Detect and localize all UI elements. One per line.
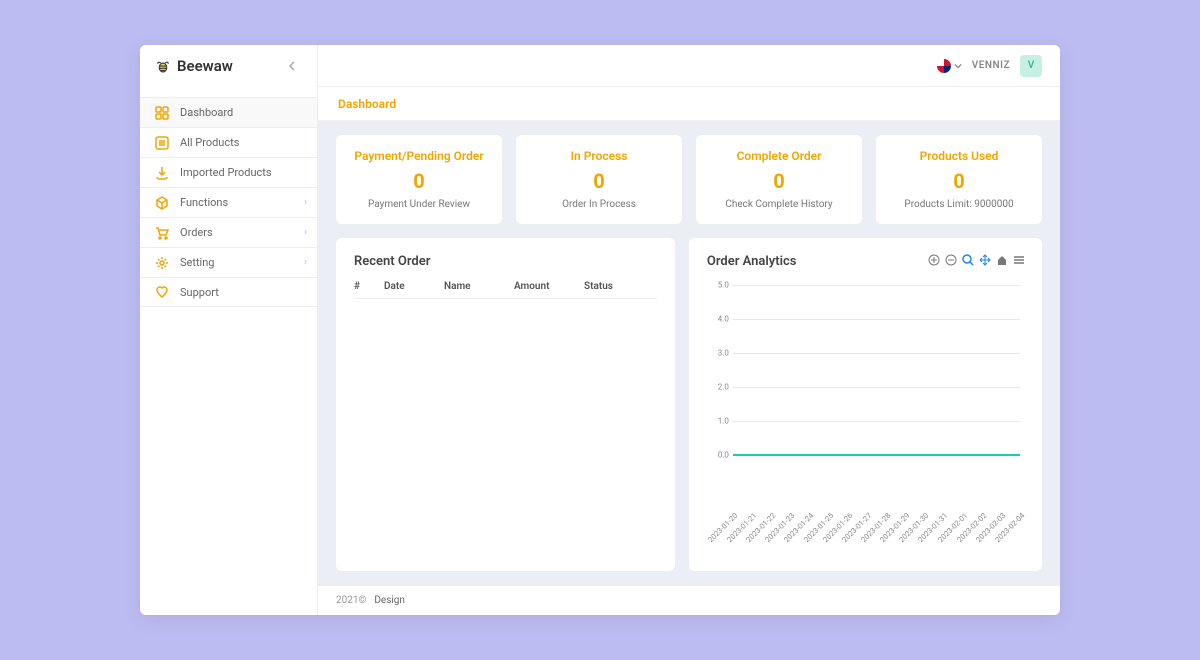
sidebar-item-orders[interactable]: Orders › xyxy=(140,217,317,247)
y-tick-label: 1.0 xyxy=(707,417,729,426)
chart-toolbar xyxy=(926,252,1026,267)
stat-value: 0 xyxy=(706,169,852,193)
sidebar-collapse-button[interactable] xyxy=(283,56,303,76)
sidebar-item-label: Support xyxy=(180,286,219,299)
stat-card-0[interactable]: Payment/Pending Order 0 Payment Under Revi… xyxy=(336,135,502,224)
cart-icon xyxy=(154,225,170,241)
sidebar-item-label: Dashboard xyxy=(180,106,233,119)
chevron-right-icon: › xyxy=(304,227,307,238)
sidebar-item-label: All Products xyxy=(180,136,239,149)
username-label: VENNIZ xyxy=(972,60,1010,71)
sidebar: Beewaw Dashboard All Products Imported Pro… xyxy=(140,45,318,615)
sidebar-item-label: Orders xyxy=(180,226,213,239)
grid-line xyxy=(733,421,1020,422)
y-tick-label: 0.0 xyxy=(707,451,729,460)
stat-value: 0 xyxy=(886,169,1032,193)
col-name: Name xyxy=(444,281,514,292)
footer-year: 2021© xyxy=(336,595,366,606)
sidebar-item-all-products[interactable]: All Products xyxy=(140,127,317,157)
stat-sub: Check Complete History xyxy=(706,199,852,210)
uk-flag-icon xyxy=(937,59,951,73)
chevron-right-icon: › xyxy=(304,197,307,208)
content: Payment/Pending Order 0 Payment Under Revi… xyxy=(318,121,1060,585)
footer-link[interactable]: Design xyxy=(374,595,405,606)
y-tick-label: 2.0 xyxy=(707,383,729,392)
order-analytics-panel: Order Analytics 0.01.02.03.04.05.02023-0… xyxy=(689,238,1042,571)
breadcrumb: Dashboard xyxy=(318,87,1060,121)
stat-value: 0 xyxy=(526,169,672,193)
topbar: VENNIZ V xyxy=(318,45,1060,87)
stat-sub: Order In Process xyxy=(526,199,672,210)
y-tick-label: 3.0 xyxy=(707,349,729,358)
avatar[interactable]: V xyxy=(1020,55,1042,77)
stat-sub: Payment Under Review xyxy=(346,199,492,210)
bee-icon xyxy=(154,57,172,75)
stat-card-2[interactable]: Complete Order 0 Check Complete History xyxy=(696,135,862,224)
sidebar-item-dashboard[interactable]: Dashboard xyxy=(140,97,317,127)
heart-icon xyxy=(154,284,170,300)
stat-title: In Process xyxy=(526,149,672,163)
cube-icon xyxy=(154,195,170,211)
stat-card-3[interactable]: Products Used 0 Products Limit: 9000000 xyxy=(876,135,1042,224)
avatar-initial: V xyxy=(1028,60,1035,71)
col-index: # xyxy=(354,281,384,292)
chart-series-line xyxy=(733,454,1020,456)
stat-title: Products Used xyxy=(886,149,1032,163)
sidebar-item-support[interactable]: Support xyxy=(140,277,317,307)
footer: 2021© Design xyxy=(318,585,1060,615)
brand-name: Beewaw xyxy=(177,57,233,75)
stat-value: 0 xyxy=(346,169,492,193)
stats-row: Payment/Pending Order 0 Payment Under Revi… xyxy=(336,135,1042,224)
recent-order-panel: Recent Order # Date Name Amount Status xyxy=(336,238,675,571)
list-icon xyxy=(154,135,170,151)
chevron-right-icon: › xyxy=(304,257,307,268)
language-switcher[interactable] xyxy=(937,59,962,73)
col-status: Status xyxy=(584,281,657,292)
stat-sub: Products Limit: 9000000 xyxy=(886,199,1032,210)
menu-icon[interactable] xyxy=(1011,252,1026,267)
grid-line xyxy=(733,319,1020,320)
col-amount: Amount xyxy=(514,281,584,292)
grid-line xyxy=(733,387,1020,388)
sidebar-item-label: Imported Products xyxy=(180,166,272,179)
col-date: Date xyxy=(384,281,444,292)
grid-line xyxy=(733,353,1020,354)
zoom-in-icon[interactable] xyxy=(926,252,941,267)
gear-icon xyxy=(154,255,170,271)
panels-row: Recent Order # Date Name Amount Status O… xyxy=(336,238,1042,571)
chevron-down-icon xyxy=(954,62,962,70)
pan-icon[interactable] xyxy=(977,252,992,267)
recent-order-table-head: # Date Name Amount Status xyxy=(354,281,657,299)
main-area: VENNIZ V Dashboard Payment/Pending Order… xyxy=(318,45,1060,615)
sidebar-header: Beewaw xyxy=(140,45,317,87)
sidebar-item-label: Functions xyxy=(180,196,228,209)
home-icon[interactable] xyxy=(994,252,1009,267)
grid-line xyxy=(733,285,1020,286)
brand[interactable]: Beewaw xyxy=(154,57,233,75)
stat-title: Payment/Pending Order xyxy=(346,149,492,163)
sidebar-item-functions[interactable]: Functions › xyxy=(140,187,317,217)
sidebar-item-imported-products[interactable]: Imported Products xyxy=(140,157,317,187)
stat-card-1[interactable]: In Process 0 Order In Process xyxy=(516,135,682,224)
zoom-search-icon[interactable] xyxy=(960,252,975,267)
y-tick-label: 5.0 xyxy=(707,281,729,290)
zoom-out-icon[interactable] xyxy=(943,252,958,267)
app-window: Beewaw Dashboard All Products Imported Pro… xyxy=(140,45,1060,615)
download-icon xyxy=(154,165,170,181)
stat-title: Complete Order xyxy=(706,149,852,163)
sidebar-item-setting[interactable]: Setting › xyxy=(140,247,317,277)
chart-area: 0.01.02.03.04.05.02023-01-202023-01-2120… xyxy=(707,285,1024,557)
sidebar-item-label: Setting xyxy=(180,256,215,269)
nav-list: Dashboard All Products Imported Products Fu… xyxy=(140,97,317,307)
breadcrumb-label: Dashboard xyxy=(338,97,396,111)
recent-order-title: Recent Order xyxy=(354,254,657,269)
y-tick-label: 4.0 xyxy=(707,315,729,324)
grid-icon xyxy=(154,105,170,121)
x-labels: 2023-01-202023-01-212023-01-222023-01-23… xyxy=(733,507,1020,557)
